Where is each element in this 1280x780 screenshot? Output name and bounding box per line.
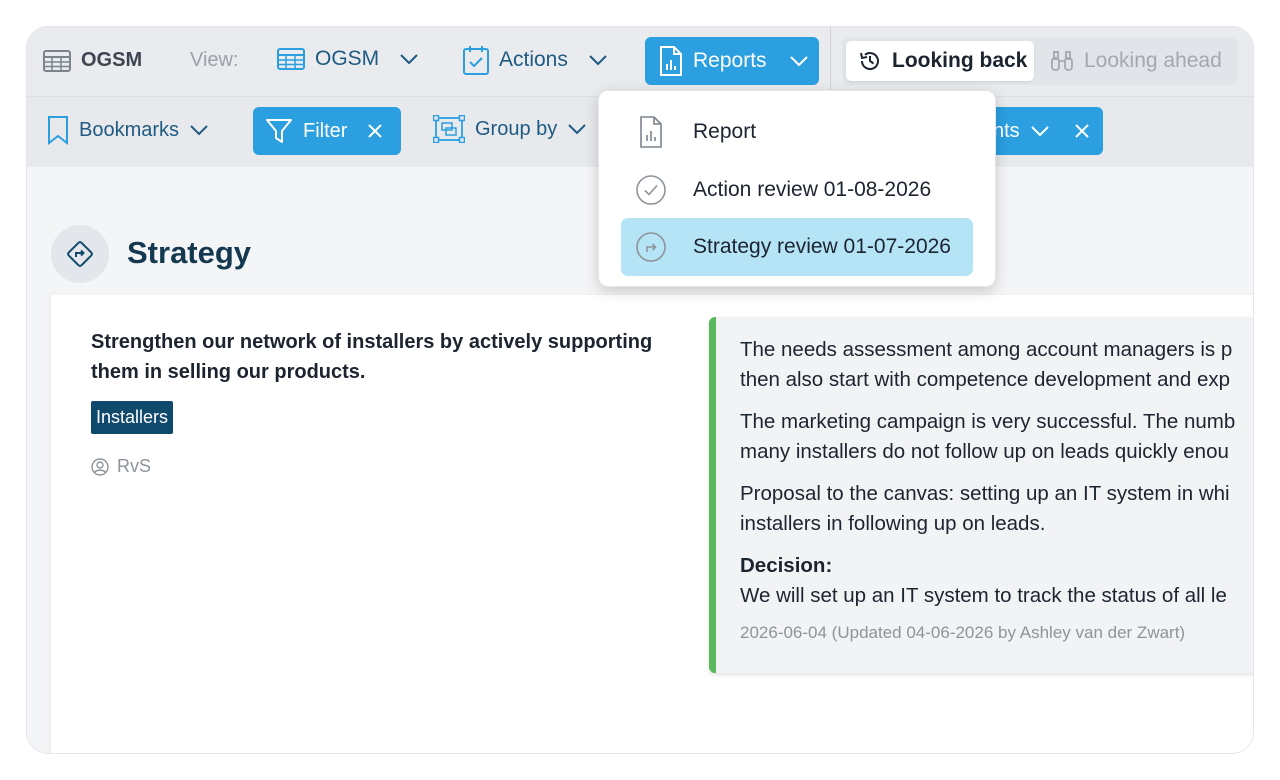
strategy-icon-badge <box>51 225 109 283</box>
check-circle-icon <box>621 174 681 206</box>
view-select-label: OGSM <box>315 47 380 70</box>
binoculars-icon <box>1050 50 1074 72</box>
owner-initials: RvS <box>117 456 152 476</box>
looking-ahead-toggle[interactable]: Looking ahead <box>1046 41 1236 81</box>
review-paragraph: The marketing campaign is very successfu… <box>740 410 1236 463</box>
filter-funnel-icon <box>265 118 293 144</box>
actions-label: Actions <box>499 48 568 71</box>
filter-button[interactable]: Filter <box>253 107 401 155</box>
reports-button[interactable]: Reports <box>645 37 819 85</box>
menu-item-label: Action review 01-08-2026 <box>693 178 932 201</box>
close-icon[interactable] <box>367 123 383 139</box>
menu-item-report[interactable]: Report <box>621 103 973 161</box>
menu-item-action-review[interactable]: Action review 01-08-2026 <box>621 161 973 219</box>
group-icon <box>433 115 465 143</box>
group-by-label: Group by <box>475 117 558 140</box>
strategy-details: Strengthen our network of installers by … <box>91 327 681 477</box>
reports-label: Reports <box>693 49 767 72</box>
app-title-text: OGSM <box>81 49 143 71</box>
review-note: The needs assessment among account manag… <box>709 317 1253 673</box>
chevron-down-icon <box>399 53 419 65</box>
bookmarks-label: Bookmarks <box>79 118 180 141</box>
chevron-down-icon <box>789 55 809 67</box>
strategy-objective[interactable]: Strengthen our network of installers by … <box>91 327 681 387</box>
view-select-button[interactable]: OGSM <box>277 47 419 71</box>
app-title: OGSM <box>43 49 142 72</box>
strategy-card: Strengthen our network of installers by … <box>51 295 1253 753</box>
looking-ahead-label: Looking ahead <box>1084 49 1222 72</box>
owner: RvS <box>91 456 681 477</box>
elements-label: nts <box>993 119 1020 142</box>
review-paragraph: The needs assessment among account manag… <box>740 338 1233 391</box>
group-by-button[interactable]: Group by <box>433 115 587 143</box>
reports-dropdown-menu: Report Action review 01-08-2026 Strategy… <box>598 90 996 287</box>
looking-back-toggle[interactable]: Looking back <box>846 41 1034 81</box>
history-icon <box>858 49 882 73</box>
strategy-diamond-arrow-icon <box>66 240 94 268</box>
decision-heading: Decision: <box>740 554 833 577</box>
report-document-icon <box>659 46 683 76</box>
filter-label: Filter <box>303 119 348 142</box>
section-title: Strategy <box>127 235 252 270</box>
table-icon <box>277 48 305 70</box>
time-toggle: Looking back Looking ahead <box>842 37 1238 85</box>
toolbar-divider <box>830 27 831 97</box>
review-timestamp: 2026-06-04 (Updated 04-06-2026 by Ashley… <box>740 623 1186 642</box>
bookmark-icon <box>47 115 69 145</box>
menu-item-label: Strategy review 01-07-2026 <box>693 235 951 258</box>
report-document-icon <box>621 116 681 148</box>
chevron-down-icon <box>1030 125 1050 137</box>
top-bar: OGSM View: OGSM Actions Reports Looking … <box>27 27 1253 97</box>
decision-text: We will set up an IT system to track the… <box>740 584 1227 607</box>
close-icon[interactable] <box>1074 123 1090 139</box>
chevron-down-icon <box>189 124 209 136</box>
view-label: View: <box>190 49 239 71</box>
strategy-arrow-circle-icon <box>621 231 681 263</box>
actions-button[interactable]: Actions <box>463 45 608 75</box>
menu-item-strategy-review[interactable]: Strategy review 01-07-2026 <box>621 218 973 276</box>
menu-item-label: Report <box>693 120 757 143</box>
chevron-down-icon <box>567 123 587 135</box>
table-icon <box>43 49 71 72</box>
user-circle-icon <box>91 457 109 476</box>
bookmarks-button[interactable]: Bookmarks <box>47 115 209 145</box>
calendar-check-icon <box>463 45 489 75</box>
looking-back-label: Looking back <box>892 49 1028 72</box>
tag-badge[interactable]: Installers <box>91 401 174 434</box>
review-paragraph: Proposal to the canvas: setting up an IT… <box>740 482 1230 535</box>
chevron-down-icon <box>588 54 608 66</box>
